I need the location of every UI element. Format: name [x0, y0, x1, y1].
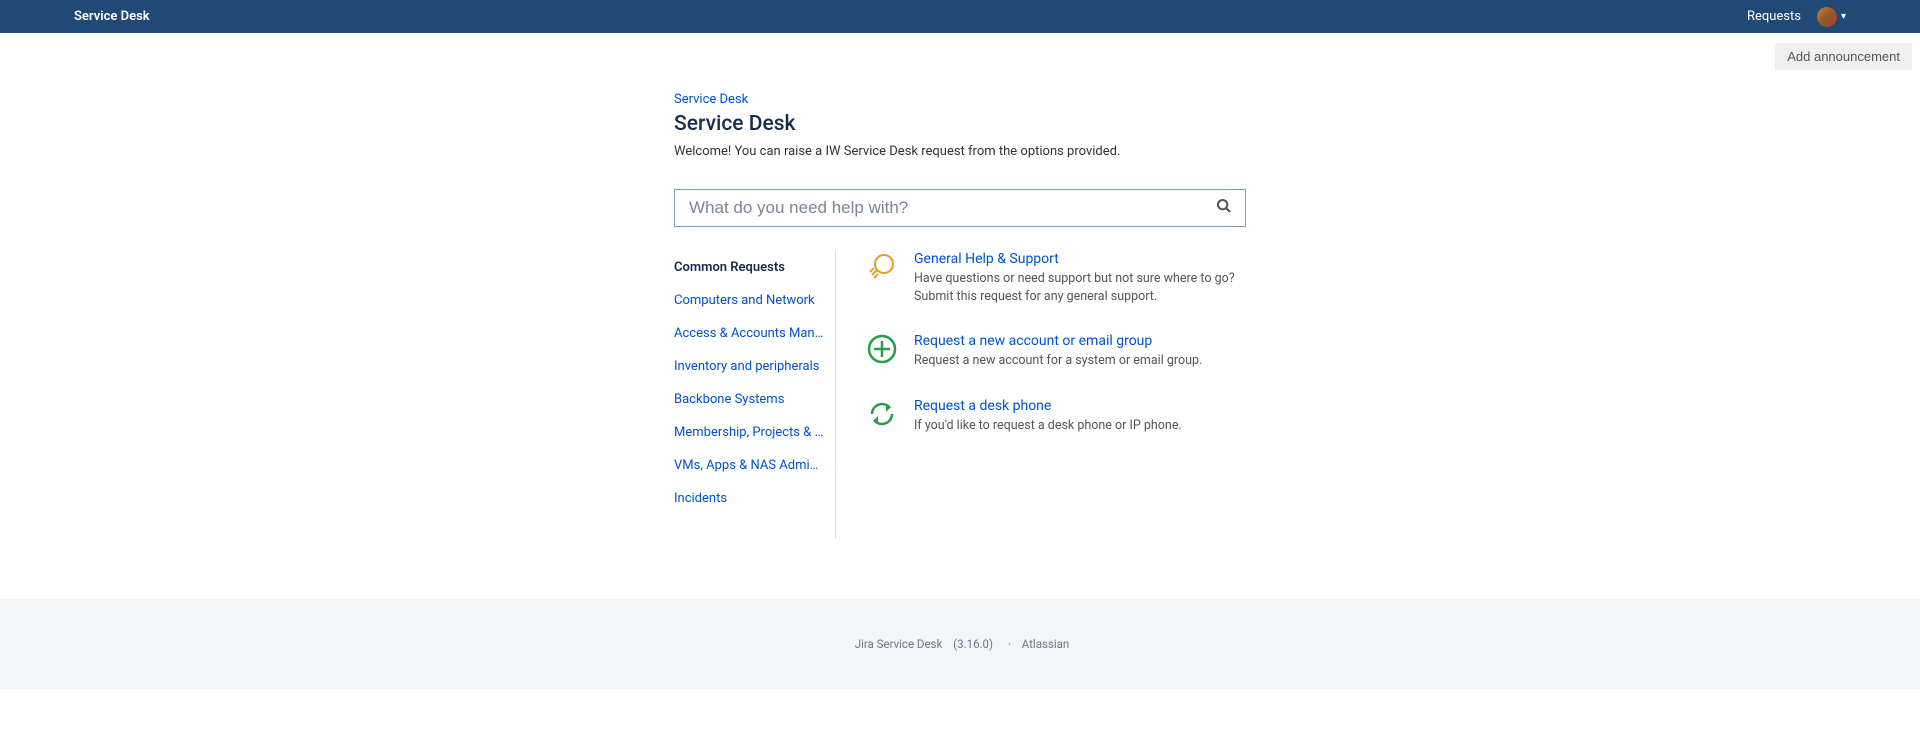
sidebar-item-inventory-peripherals[interactable]: Inventory and peripherals — [674, 350, 825, 383]
request-item-new-account[interactable]: Request a new account or email group Req… — [866, 333, 1246, 370]
request-desc: Request a new account for a system or em… — [914, 352, 1246, 370]
sidebar-item-membership-projects[interactable]: Membership, Projects & Pr... — [674, 416, 825, 449]
search-input[interactable] — [674, 189, 1246, 227]
main-content: Service Desk Service Desk Welcome! You c… — [674, 70, 1246, 539]
sidebar-item-common-requests[interactable]: Common Requests — [674, 251, 825, 284]
refresh-icon — [866, 398, 898, 430]
sidebar-item-vms-apps-nas[interactable]: VMs, Apps & NAS Adminis... — [674, 449, 825, 482]
requests-link[interactable]: Requests — [1747, 9, 1801, 24]
request-desc: Have questions or need support but not s… — [914, 270, 1246, 305]
request-desc: If you'd like to request a desk phone or… — [914, 417, 1246, 435]
lightbulb-icon — [866, 251, 898, 283]
request-title: Request a new account or email group — [914, 333, 1246, 349]
page-title: Service Desk — [674, 112, 1246, 136]
add-announcement-button[interactable]: Add announcement — [1775, 43, 1912, 70]
chevron-down-icon: ▾ — [1841, 11, 1846, 22]
footer-vendor-link[interactable]: Atlassian — [1022, 637, 1070, 651]
footer: Jira Service Desk (3.16.0) · Atlassian — [0, 599, 1920, 689]
request-item-general-help[interactable]: General Help & Support Have questions or… — [866, 251, 1246, 305]
header-right: Requests ▾ — [1747, 7, 1846, 27]
request-content: Request a desk phone If you'd like to re… — [914, 398, 1246, 435]
announcement-bar: Add announcement — [0, 33, 1920, 70]
request-title: Request a desk phone — [914, 398, 1246, 414]
sidebar-item-incidents[interactable]: Incidents — [674, 482, 825, 515]
avatar — [1817, 7, 1837, 27]
sidebar-item-backbone-systems[interactable]: Backbone Systems — [674, 383, 825, 416]
breadcrumb[interactable]: Service Desk — [674, 92, 1246, 107]
search-icon[interactable] — [1216, 198, 1232, 218]
category-sidebar: Common Requests Computers and Network Ac… — [674, 251, 836, 539]
app-title[interactable]: Service Desk — [74, 9, 150, 24]
sidebar-item-computers-network[interactable]: Computers and Network — [674, 284, 825, 317]
search-box — [674, 189, 1246, 227]
sidebar-item-access-accounts[interactable]: Access & Accounts Manag... — [674, 317, 825, 350]
request-item-desk-phone[interactable]: Request a desk phone If you'd like to re… — [866, 398, 1246, 435]
request-content: Request a new account or email group Req… — [914, 333, 1246, 370]
footer-product-link[interactable]: Jira Service Desk (3.16.0) — [851, 637, 1000, 651]
request-title: General Help & Support — [914, 251, 1246, 267]
columns: Common Requests Computers and Network Ac… — [674, 251, 1246, 539]
user-menu[interactable]: ▾ — [1817, 7, 1846, 27]
app-header: Service Desk Requests ▾ — [0, 0, 1920, 33]
request-content: General Help & Support Have questions or… — [914, 251, 1246, 305]
plus-circle-icon — [866, 333, 898, 365]
request-list: General Help & Support Have questions or… — [836, 251, 1246, 539]
welcome-text: Welcome! You can raise a IW Service Desk… — [674, 144, 1246, 159]
